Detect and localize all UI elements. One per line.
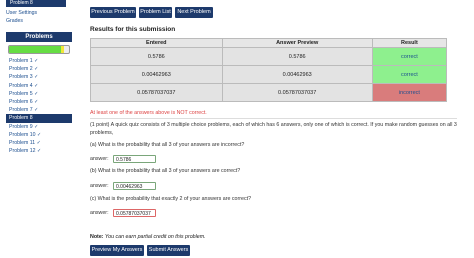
sidebar-item-problem-11[interactable]: Problem 11 ✓ [6,139,72,147]
progress-bar [8,45,70,54]
user-settings-link[interactable]: User Settings [6,10,37,16]
results-title: Results for this submission [90,26,176,33]
answer-c-label: answer: [90,210,109,216]
preview-cell: 0.05787037037 [221,83,373,102]
answer-a-input[interactable]: 0.5786 [113,155,156,163]
sidebar-item-problem-8[interactable]: Problem 8 [6,114,72,123]
preview-answers-button[interactable]: Preview My Answers [90,245,144,256]
previous-problem-button[interactable]: Previous Problem [90,7,136,18]
divider [90,118,457,119]
entered-cell: 0.00462963 [90,65,223,84]
result-cell: incorrect [371,83,448,102]
answer-a-label: answer: [90,156,109,162]
question-c: (c) What is the probability that exactly… [90,196,252,202]
results-table: Entered Answer Preview Result 0.5786 0.5… [90,38,448,102]
answer-b-label: answer: [90,183,109,189]
entered-cell: 0.5786 [90,47,223,66]
submit-answers-button[interactable]: Submit Answers [147,245,190,256]
sidebar-item-problem-5[interactable]: Problem 5 ✓ [6,90,72,98]
sidebar-item-problem-1[interactable]: Problem 1 ✓ [6,57,72,65]
progress-incorrect-fill [61,46,65,53]
sidebar: Problem 8 User Settings Grades Problems … [0,0,78,258]
header-entered: Entered [90,38,223,48]
entered-cell: 0.05787037037 [90,83,223,102]
problem-intro: (1 point) A quick quiz consists of 3 mul… [90,122,457,136]
sidebar-item-problem-12[interactable]: Problem 12 ✓ [6,147,72,155]
note-text: You can earn partial credit on this prob… [103,234,206,240]
table-row: 0.5786 0.5786 correct [90,47,448,66]
sidebar-item-problem-7[interactable]: Problem 7 ✓ [6,106,72,114]
answer-b-input[interactable]: 0.00462963 [113,182,156,190]
header-answer-preview: Answer Preview [221,38,373,48]
answer-c-input[interactable]: 0.05787037037 [113,209,156,217]
sidebar-item-problem-2[interactable]: Problem 2 ✓ [6,65,72,73]
question-a: (a) What is the probability that all 3 o… [90,142,245,148]
progress-correct-fill [9,46,62,53]
note-label: Note: [90,234,104,240]
problems-header: Problems [6,32,72,42]
result-cell: correct [371,65,448,84]
question-b: (b) What is the probability that all 3 o… [90,168,241,174]
preview-cell: 0.00462963 [221,65,373,84]
result-cell: correct [371,47,448,66]
sidebar-item-problem-6[interactable]: Problem 6 ✓ [6,98,72,106]
sidebar-item-problem-9[interactable]: Problem 9 ✓ [6,123,72,131]
partial-credit-note: Note: You can earn partial credit on thi… [90,234,206,240]
sidebar-item-problem-4[interactable]: Problem 4 ✓ [6,82,72,90]
sidebar-current-problem[interactable]: Problem 8 [6,0,66,7]
preview-cell: 0.5786 [221,47,373,66]
sidebar-item-problem-3[interactable]: Problem 3 ✓ [6,73,72,81]
problem-list-button[interactable]: Problem List [139,7,172,18]
incorrect-warning: At least one of the answers above is NOT… [90,110,207,116]
problem-list: Problem 1 ✓ Problem 2 ✓ Problem 3 ✓ Problem… [6,57,72,155]
header-result: Result [371,38,448,48]
table-row: 0.05787037037 0.05787037037 incorrect [90,83,448,102]
grades-link[interactable]: Grades [6,18,23,24]
next-problem-button[interactable]: Next Problem [175,7,213,18]
sidebar-item-problem-10[interactable]: Problem 10 ✓ [6,131,72,139]
table-row: 0.00462963 0.00462963 correct [90,65,448,84]
